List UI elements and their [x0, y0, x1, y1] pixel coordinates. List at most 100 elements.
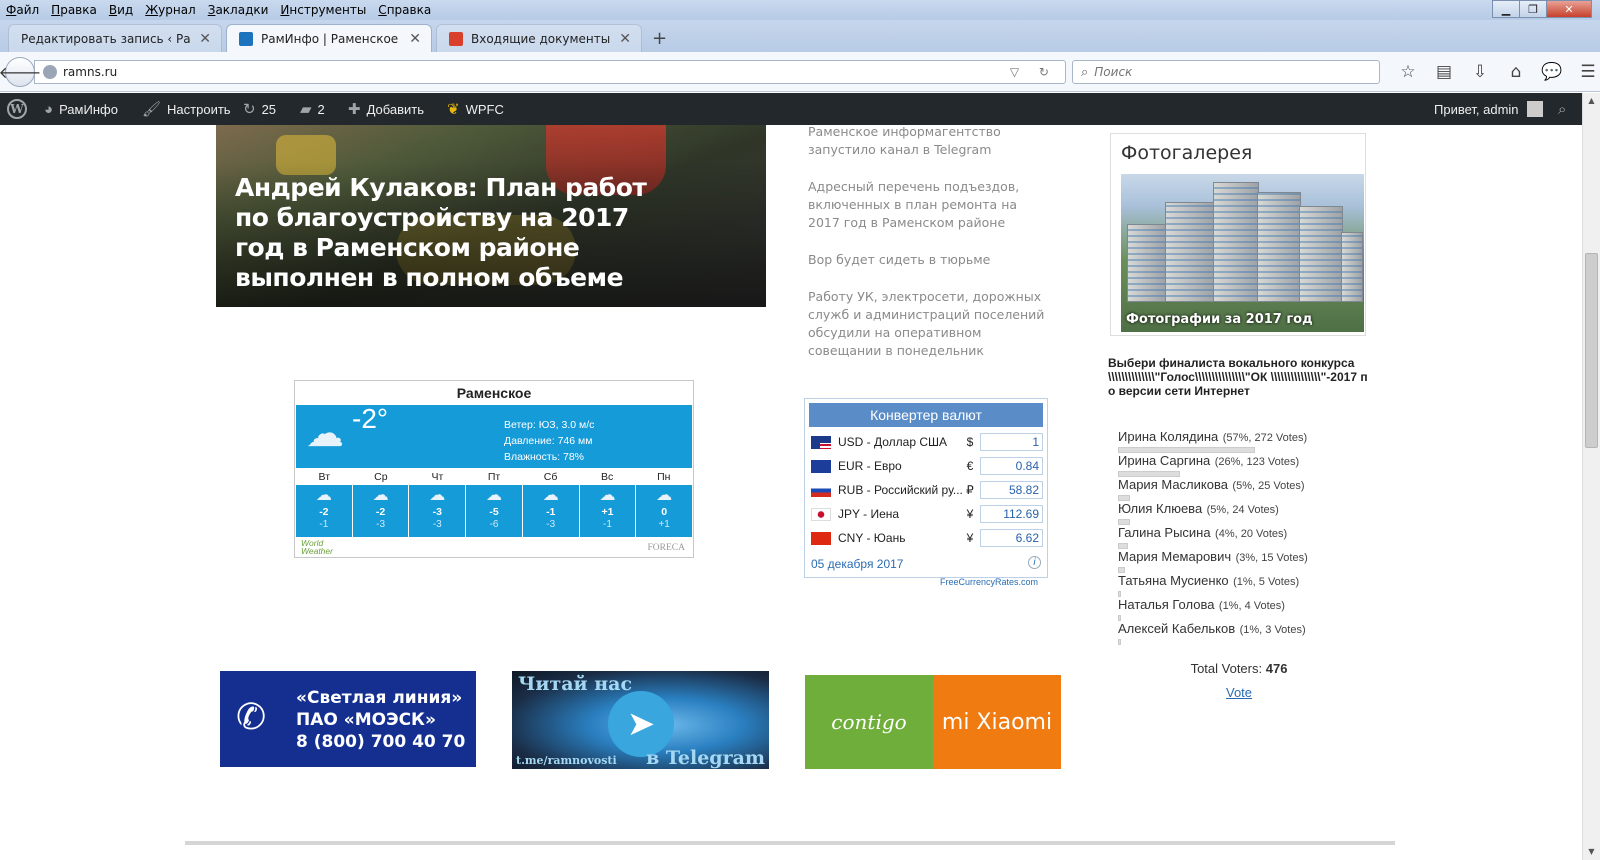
forecast-day: ☁ 0 +1 [636, 485, 693, 537]
contigo-xiaomi-banner[interactable]: contigo mi Xiaomi [805, 675, 1061, 769]
avatar [1526, 101, 1543, 117]
close-window-button[interactable]: ✕ [1546, 0, 1592, 18]
cloud-icon: ☁ [429, 487, 446, 504]
bookmarks-list-icon[interactable]: ▤ [1426, 62, 1462, 82]
poll-vote-link[interactable]: Vote [1108, 685, 1370, 700]
scroll-down-arrow-icon[interactable]: ▼ [1583, 844, 1600, 860]
menu-history[interactable]: Журнал [139, 0, 202, 20]
window-controls: ▁ ❐ ✕ [1492, 0, 1592, 18]
tab-edit-post[interactable]: Редактировать запись ‹ РамИ... ✕ [8, 24, 222, 52]
news-link[interactable]: Раменское информагентство запустило кана… [808, 123, 1048, 159]
currency-input[interactable]: 112.69 [979, 505, 1043, 523]
forecast-day: ☁ -1 -3 [522, 485, 579, 537]
currency-input[interactable]: 0.84 [979, 457, 1043, 475]
weather-details: Ветер: ЮЗ, 3.0 м/с Давление: 746 мм Влаж… [504, 419, 595, 463]
menu-help[interactable]: Справка [372, 0, 437, 20]
close-icon[interactable]: ✕ [409, 31, 421, 47]
menu-bookmarks[interactable]: Закладки [202, 0, 275, 20]
forecast-day: ☁ -2 -1 [296, 485, 352, 537]
url-text: ramns.ru [63, 65, 118, 79]
wp-logo-button[interactable]: W [7, 93, 27, 125]
search-input[interactable] [1094, 65, 1355, 79]
poll-total: Total Voters: 476 [1190, 661, 1288, 676]
chat-icon[interactable]: 💬 [1534, 62, 1570, 82]
news-list: Раменское информагентство запустило кана… [808, 123, 1048, 379]
download-icon[interactable]: ⇩ [1462, 62, 1498, 82]
building-shape [1213, 182, 1259, 302]
poll-question: Выбери финалиста вокального конкурса \\\… [1108, 356, 1368, 398]
poll-answer: Мария Мемарович (3%, 15 Votes) [1118, 548, 1368, 573]
freecurrencyrates-link[interactable]: FreeCurrencyRates.com [940, 577, 1038, 587]
currency-input[interactable]: 1 [979, 433, 1043, 451]
gallery-title: Фотогалерея [1121, 142, 1253, 164]
wp-comments-link[interactable]: ▰ 2 [300, 93, 325, 125]
back-button[interactable]: 🡐 [0, 57, 41, 87]
wp-account-menu[interactable]: Привет, admin [1434, 93, 1543, 125]
currency-input[interactable]: 58.82 [979, 481, 1043, 499]
poll-answer: Мария Масликова (5%, 25 Votes) [1118, 476, 1368, 501]
minimize-button[interactable]: ▁ [1492, 0, 1520, 18]
weather-current: ☁ -2° Ветер: ЮЗ, 3.0 м/с Давление: 746 м… [296, 403, 692, 468]
close-icon[interactable]: ✕ [199, 31, 211, 47]
moesk-banner[interactable]: ✆ «Светлая линия» ПАО «МОЭСК» 8 (800) 70… [220, 671, 476, 767]
telegram-banner[interactable]: ➤ Читай нас t.me/ramnovosti в Telegram [512, 671, 769, 769]
building-shape [1257, 192, 1301, 302]
poll-answer: Ирина Колядина (57%, 272 Votes) [1118, 428, 1368, 453]
poll-answer: Юлия Клюева (5%, 24 Votes) [1118, 500, 1368, 525]
tab-inbox[interactable]: Входящие документы : Бе... ✕ [436, 24, 642, 52]
news-link[interactable]: Вор будет сидеть в тюрьме [808, 251, 1048, 269]
tab-raminfo[interactable]: РамИнфо | Раменское ин... ✕ [226, 24, 432, 52]
menu-file[interactable]: Файл [0, 0, 45, 20]
ru-flag-icon [811, 483, 831, 497]
forecast-day: ☁ -3 -3 [409, 485, 466, 537]
wp-wpfc-link[interactable]: ❦ WPFC [447, 93, 504, 125]
featured-article-title[interactable]: Андрей Кулаков: План работ по благоустро… [235, 173, 685, 293]
currency-converter: Конвертер валют USD - Доллар США $ 1 EUR… [804, 398, 1048, 578]
wp-add-new-link[interactable]: ✚ Добавить [348, 93, 424, 125]
converter-date: 05 декабря 2017 [811, 557, 904, 571]
close-icon[interactable]: ✕ [619, 31, 631, 47]
address-bar[interactable]: ramns.ru ▽ ↻ [34, 60, 1066, 84]
currency-input[interactable]: 6.62 [979, 529, 1043, 547]
weather-day-names: Вт Ср Чт Пт Сб Вс Пн [318, 471, 671, 483]
bookmark-star-icon[interactable]: ☆ [1390, 62, 1426, 82]
menu-edit[interactable]: Правка [45, 0, 103, 20]
cloud-icon: ☁ [315, 487, 332, 504]
home-icon[interactable]: ⌂ [1498, 62, 1534, 82]
weather-city: Раменское [456, 385, 532, 401]
foreca-logo[interactable]: FORECA [648, 543, 685, 553]
featured-article[interactable]: Андрей Кулаков: План работ по благоустро… [216, 125, 766, 307]
gallery-photo[interactable]: Фотографии за 2017 год [1121, 174, 1364, 332]
search-box[interactable]: ⌕ [1072, 60, 1380, 84]
news-link[interactable]: Работу УК, электросети, дорожных служб и… [808, 288, 1048, 360]
maximize-button[interactable]: ❐ [1519, 0, 1547, 18]
reload-icon[interactable]: ▽ ↻ [1010, 65, 1057, 79]
wp-customize-link[interactable]: 🖌 Настроить [142, 93, 231, 125]
wp-search-button[interactable]: ⌕ [1558, 93, 1572, 125]
building-shape [1165, 202, 1215, 302]
scroll-thumb[interactable] [1585, 253, 1598, 448]
wp-updates-link[interactable]: ↻ 25 [243, 93, 276, 125]
page-scrollbar[interactable]: ▲ ▼ [1582, 93, 1600, 860]
new-tab-button[interactable]: + [652, 28, 667, 49]
menu-tools[interactable]: Инструменты [274, 0, 372, 20]
poll-widget: Выбери финалиста вокального конкурса \\\… [1108, 356, 1370, 700]
comment-icon: ▰ [300, 101, 312, 118]
wp-site-link[interactable]: ◕ РамИнфо [44, 93, 118, 125]
phone-icon: ✆ [236, 697, 267, 738]
poll-answer: Татьяна Мусиенко (1%, 5 Votes) [1118, 572, 1368, 597]
scroll-up-arrow-icon[interactable]: ▲ [1583, 93, 1600, 109]
hamburger-menu-icon[interactable]: ☰ [1570, 62, 1600, 82]
news-link[interactable]: Адресный перечень подъездов, включенных … [808, 178, 1048, 232]
cn-flag-icon [811, 531, 831, 545]
forecast-day: ☁ -2 -3 [352, 485, 409, 537]
footer-divider [185, 841, 1395, 845]
currency-row: JPY - Иена ¥ 112.69 [811, 503, 1043, 525]
currency-row: EUR - Евро € 0.84 [811, 455, 1043, 477]
cloud-icon: ☁ [486, 487, 503, 504]
info-icon[interactable]: i [1028, 556, 1041, 569]
gallery-caption[interactable]: Фотографии за 2017 год [1126, 312, 1313, 327]
worldweather-logo[interactable]: World Weather [301, 539, 333, 556]
menu-view[interactable]: Вид [103, 0, 139, 20]
brush-icon: 🖌 [142, 101, 162, 118]
